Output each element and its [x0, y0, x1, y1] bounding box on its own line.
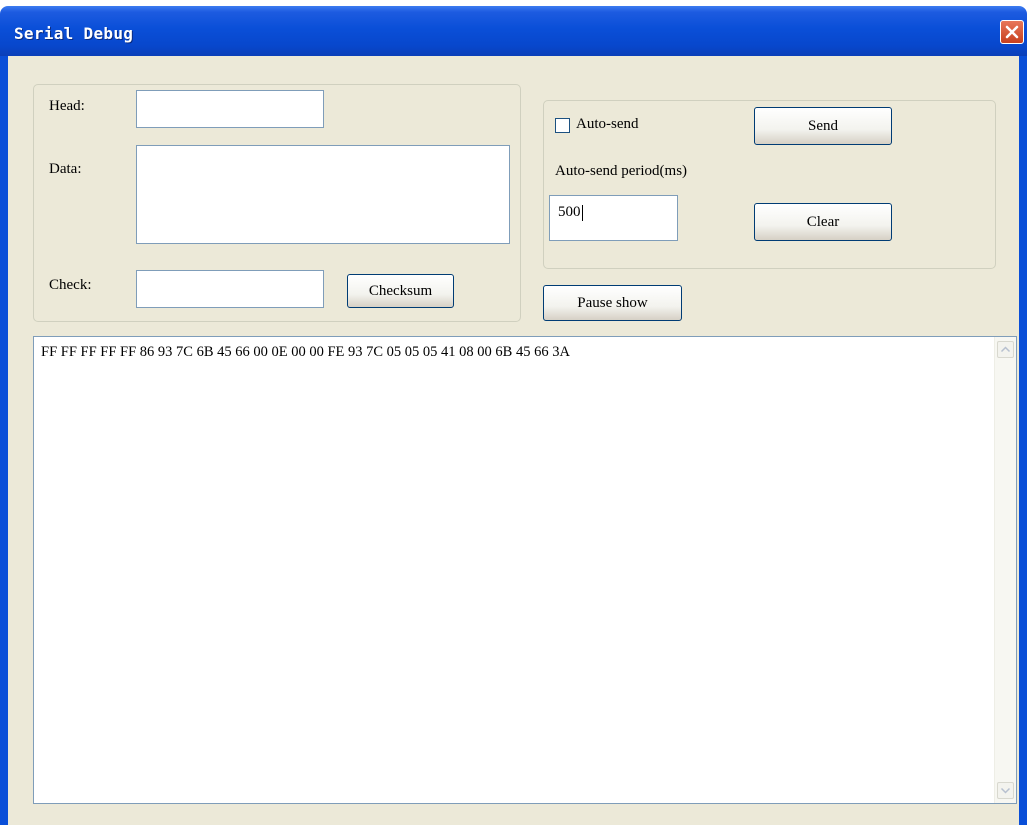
check-input[interactable] — [136, 270, 324, 308]
output-text: FF FF FF FF FF 86 93 7C 6B 45 66 00 0E 0… — [41, 344, 570, 360]
close-icon — [1005, 25, 1019, 39]
autosend-period-value: 500 — [558, 204, 581, 220]
vertical-scrollbar[interactable] — [994, 337, 1016, 803]
head-input[interactable] — [136, 90, 324, 128]
title-bar[interactable]: Serial Debug — [0, 6, 1027, 56]
scroll-down-button[interactable] — [997, 782, 1014, 799]
autosend-period-input[interactable]: 500 — [549, 195, 678, 241]
checksum-button[interactable]: Checksum — [347, 274, 454, 308]
data-label: Data: — [49, 161, 82, 177]
autosend-checkbox[interactable] — [555, 118, 570, 133]
send-button[interactable]: Send — [754, 107, 892, 145]
serial-debug-window: Serial Debug Head: Data: Check: Checksum… — [0, 0, 1027, 825]
output-textarea[interactable]: FF FF FF FF FF 86 93 7C 6B 45 66 00 0E 0… — [33, 336, 1017, 804]
text-caret — [581, 204, 583, 221]
autosend-period-label: Auto-send period(ms) — [555, 163, 688, 179]
scroll-up-button[interactable] — [997, 341, 1014, 358]
data-textarea[interactable] — [136, 145, 510, 244]
autosend-label[interactable]: Auto-send — [576, 116, 639, 133]
close-button[interactable] — [1000, 20, 1024, 44]
window-title: Serial Debug — [14, 24, 134, 43]
clear-button[interactable]: Clear — [754, 203, 892, 241]
scroll-down-arrow-icon — [1000, 787, 1011, 794]
pause-show-button[interactable]: Pause show — [543, 285, 682, 321]
head-label: Head: — [49, 98, 85, 114]
scroll-up-arrow-icon — [1000, 346, 1011, 353]
check-label: Check: — [49, 277, 92, 293]
